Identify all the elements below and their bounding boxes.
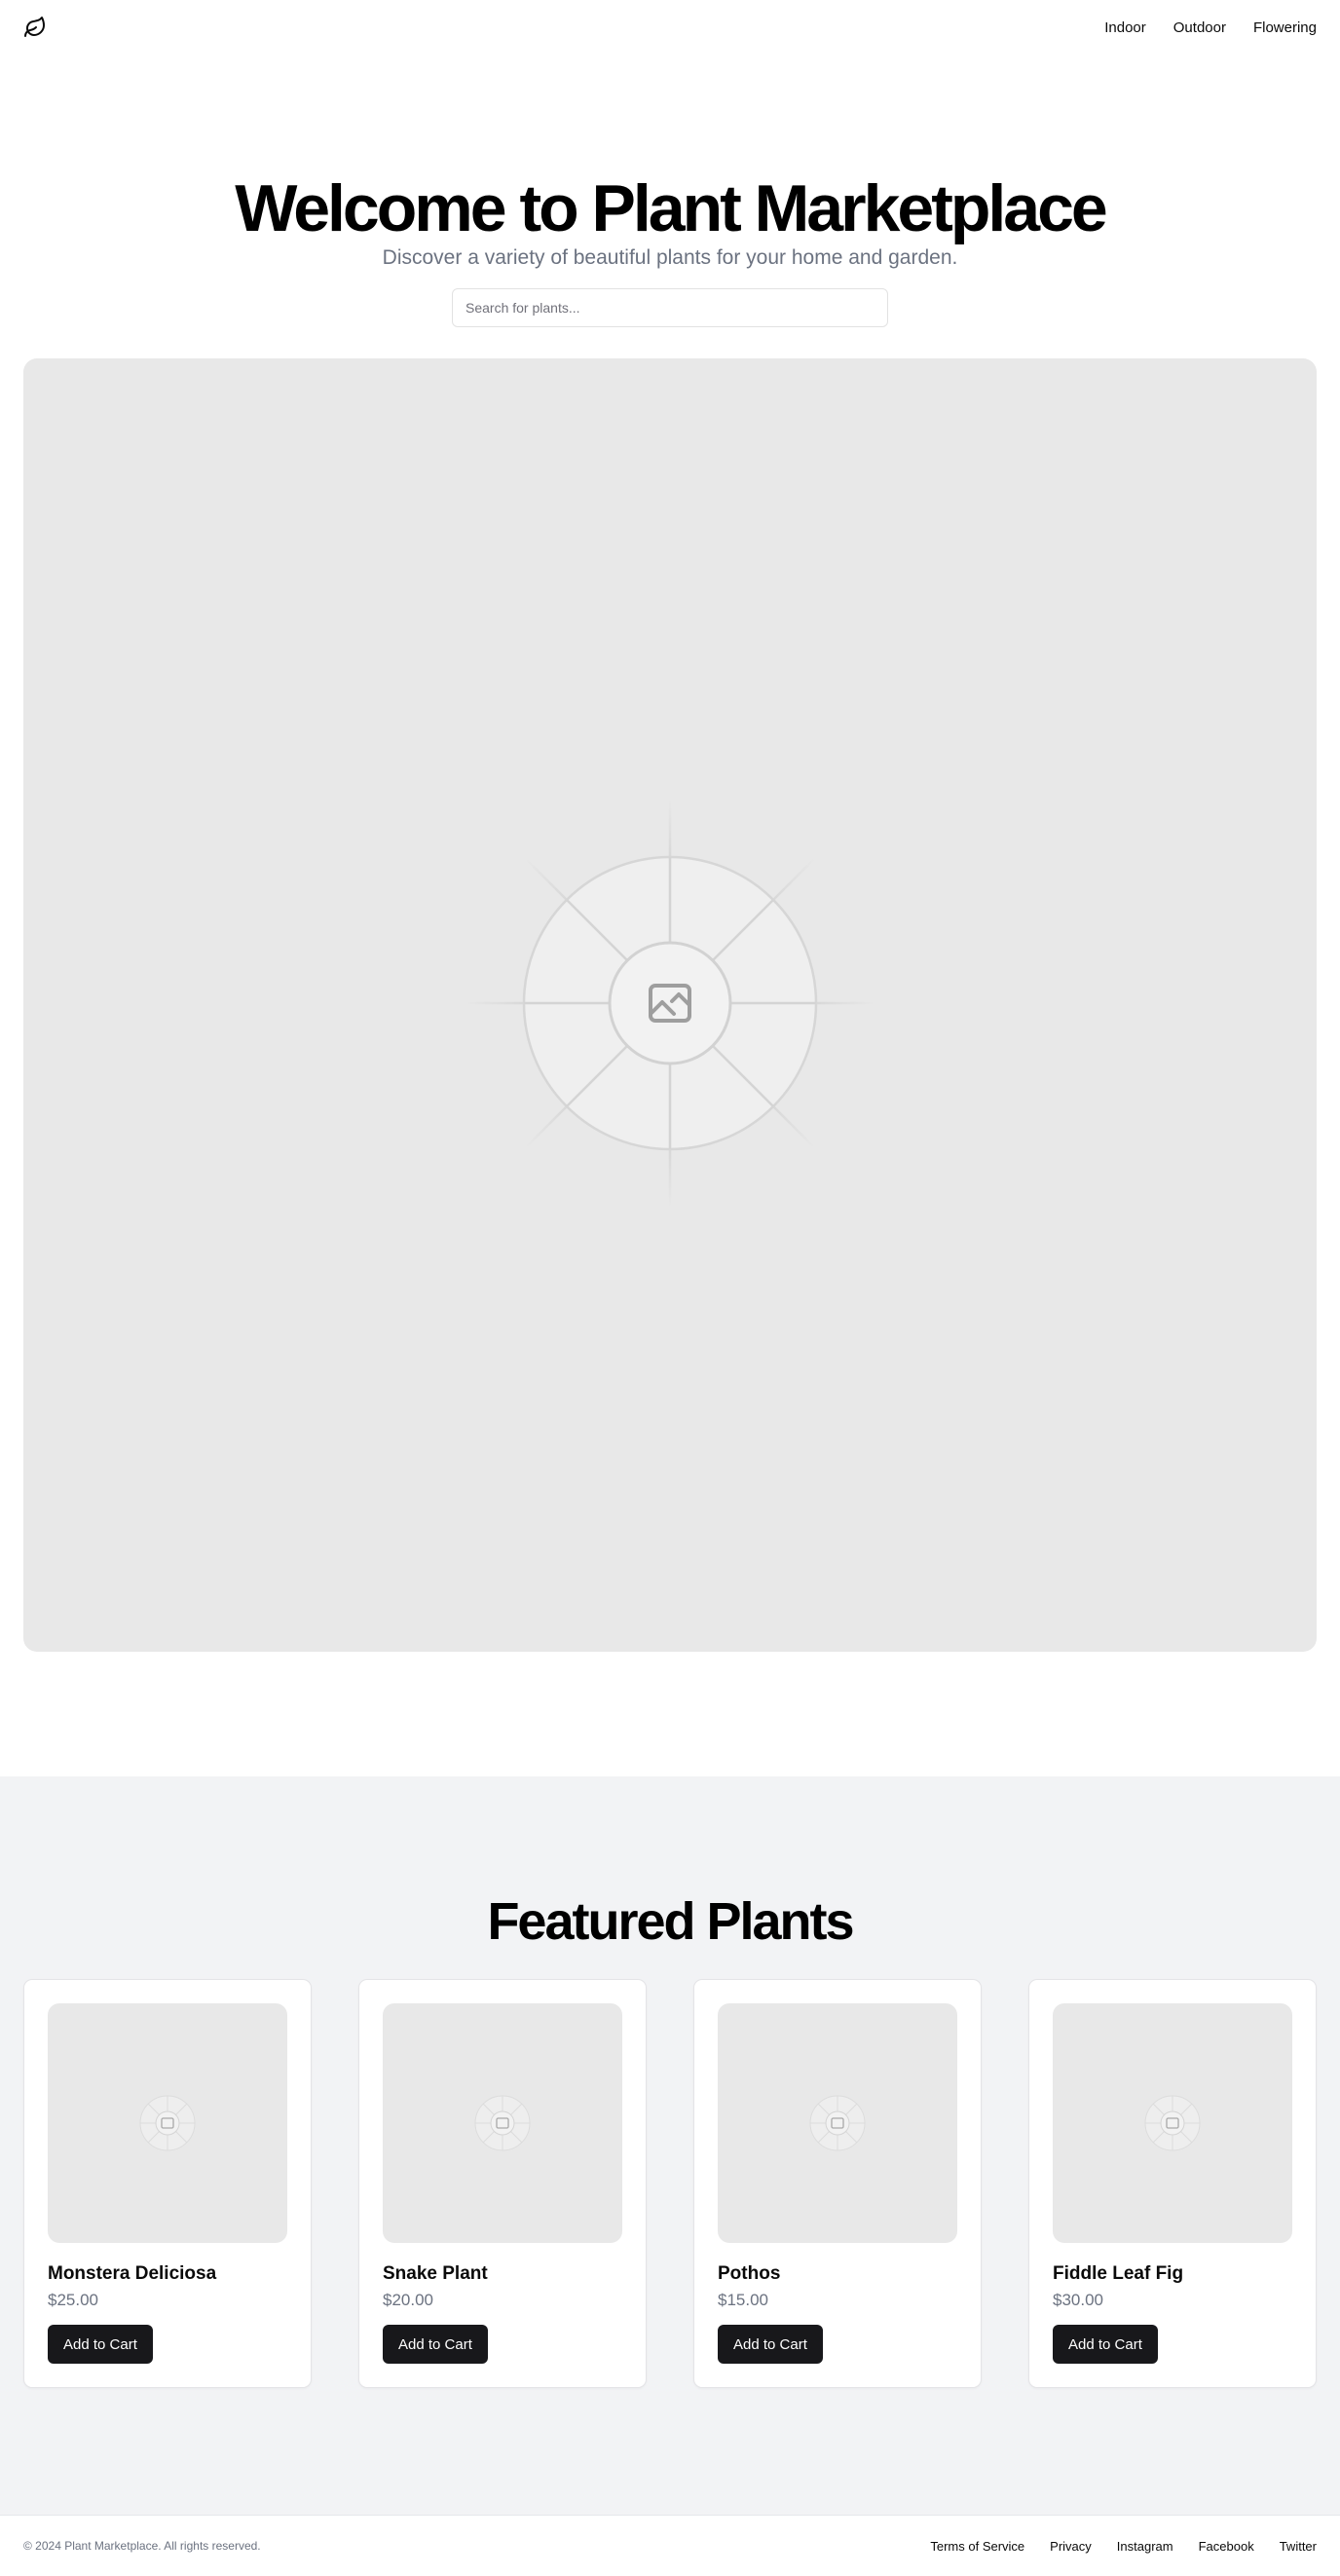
product-card-monstera: Monstera Deliciosa $25.00 Add to Cart [23,1979,312,2388]
featured-section: Featured Plants Monstera Deliciosa $25.0… [0,1776,1340,2515]
add-to-cart-button[interactable]: Add to Cart [48,2325,153,2364]
leaf-icon[interactable] [23,16,47,39]
product-image [718,2003,957,2243]
image-placeholder-icon [139,2095,196,2151]
product-card-pothos: Pothos $15.00 Add to Cart [693,1979,982,2388]
add-to-cart-button[interactable]: Add to Cart [383,2325,488,2364]
hero-title: Welcome to Plant Marketplace [235,171,1108,245]
footer-link-terms[interactable]: Terms of Service [930,2539,1024,2554]
copyright-text: © 2024 Plant Marketplace. All rights res… [23,2539,261,2553]
add-to-cart-button[interactable]: Add to Cart [1053,2325,1158,2364]
product-name: Snake Plant [383,2263,488,2284]
footer-link-instagram[interactable]: Instagram [1117,2539,1173,2554]
image-placeholder-icon [474,2095,531,2151]
site-header: Indoor Outdoor Flowering [0,0,1340,55]
featured-title: Featured Plants [487,1892,854,1951]
main-nav: Indoor Outdoor Flowering [1104,19,1317,36]
product-price: $20.00 [383,2291,433,2309]
product-price: $30.00 [1053,2291,1103,2309]
product-card-snake-plant: Snake Plant $20.00 Add to Cart [358,1979,647,2388]
footer-link-twitter[interactable]: Twitter [1280,2539,1317,2554]
product-name: Fiddle Leaf Fig [1053,2263,1184,2284]
product-name: Pothos [718,2263,781,2284]
product-card-fiddle-leaf-fig: Fiddle Leaf Fig $30.00 Add to Cart [1028,1979,1317,2388]
product-name: Monstera Deliciosa [48,2263,217,2284]
image-placeholder-icon [809,2095,866,2151]
image-placeholder-icon [1144,2095,1201,2151]
product-price: $25.00 [48,2291,98,2309]
add-to-cart-button[interactable]: Add to Cart [718,2325,823,2364]
hero-image [23,358,1317,1652]
nav-link-outdoor[interactable]: Outdoor [1173,19,1226,36]
nav-link-flowering[interactable]: Flowering [1253,19,1317,36]
hero-subtitle: Discover a variety of beautiful plants f… [382,246,958,269]
product-image [1053,2003,1292,2243]
product-image [383,2003,622,2243]
footer-link-facebook[interactable]: Facebook [1199,2539,1254,2554]
site-footer: © 2024 Plant Marketplace. All rights res… [0,2515,1340,2576]
product-image [48,2003,287,2243]
footer-link-privacy[interactable]: Privacy [1050,2539,1092,2554]
search-input[interactable] [452,288,888,327]
product-price: $15.00 [718,2291,768,2309]
nav-link-indoor[interactable]: Indoor [1104,19,1146,36]
image-placeholder-icon [465,799,875,1208]
footer-nav: Terms of Service Privacy Instagram Faceb… [930,2539,1317,2554]
